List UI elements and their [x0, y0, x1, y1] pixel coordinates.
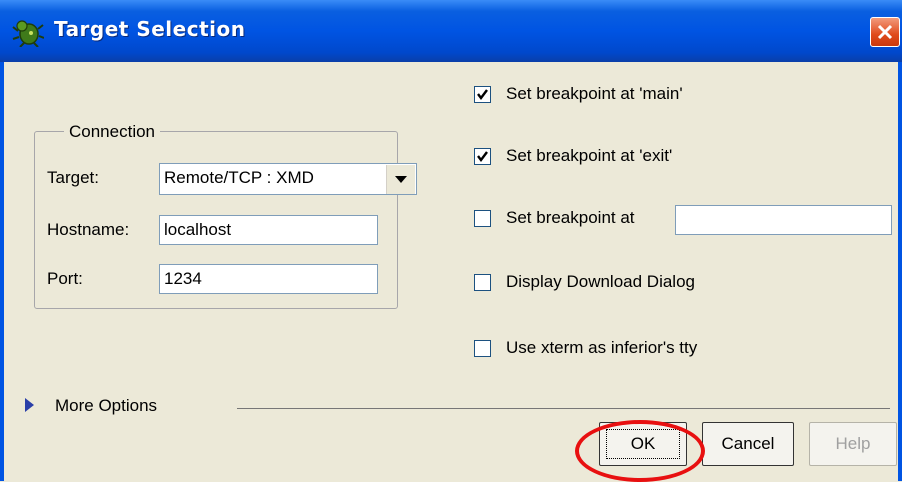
- port-input[interactable]: 1234: [159, 264, 378, 294]
- cancel-button[interactable]: Cancel: [702, 422, 794, 466]
- hostname-label: Hostname:: [47, 220, 130, 239]
- break-custom-checkbox[interactable]: [474, 210, 491, 227]
- target-label: Target:: [47, 168, 99, 187]
- break-main-checkbox[interactable]: [474, 86, 491, 103]
- checkmark-icon: [477, 89, 488, 100]
- more-options-toggle[interactable]: More Options: [55, 396, 157, 416]
- connection-group-label: Connection: [64, 122, 161, 142]
- expand-arrow-icon[interactable]: [25, 398, 34, 412]
- chevron-down-icon[interactable]: [386, 165, 415, 194]
- target-select-value: Remote/TCP : XMD: [164, 168, 314, 187]
- break-custom-label: Set breakpoint at: [506, 208, 635, 227]
- break-exit-label: Set breakpoint at 'exit': [506, 146, 673, 165]
- break-exit-checkbox[interactable]: [474, 148, 491, 165]
- checkmark-icon: [477, 151, 488, 162]
- download-dialog-checkbox[interactable]: [474, 274, 491, 291]
- separator: [237, 408, 890, 409]
- window-title: Target Selection: [54, 17, 246, 41]
- highlight-circle: [575, 420, 705, 482]
- close-icon: [877, 24, 893, 40]
- xterm-tty-checkbox[interactable]: [474, 340, 491, 357]
- port-label: Port:: [47, 269, 83, 288]
- window-frame-left: [0, 62, 4, 481]
- breakpoint-location-input[interactable]: [675, 205, 892, 235]
- help-button[interactable]: Help: [809, 422, 897, 466]
- close-button[interactable]: [870, 17, 900, 47]
- window-frame-right: [898, 62, 902, 481]
- target-selection-dialog: Target Selection Connection Target: Remo…: [0, 0, 902, 482]
- target-select[interactable]: Remote/TCP : XMD: [159, 163, 417, 195]
- bug-icon: [12, 20, 44, 47]
- break-main-label: Set breakpoint at 'main': [506, 84, 683, 103]
- hostname-input[interactable]: localhost: [159, 215, 378, 245]
- title-bar[interactable]: Target Selection: [0, 0, 902, 62]
- xterm-tty-label: Use xterm as inferior's tty: [506, 338, 698, 357]
- download-dialog-label: Display Download Dialog: [506, 272, 695, 291]
